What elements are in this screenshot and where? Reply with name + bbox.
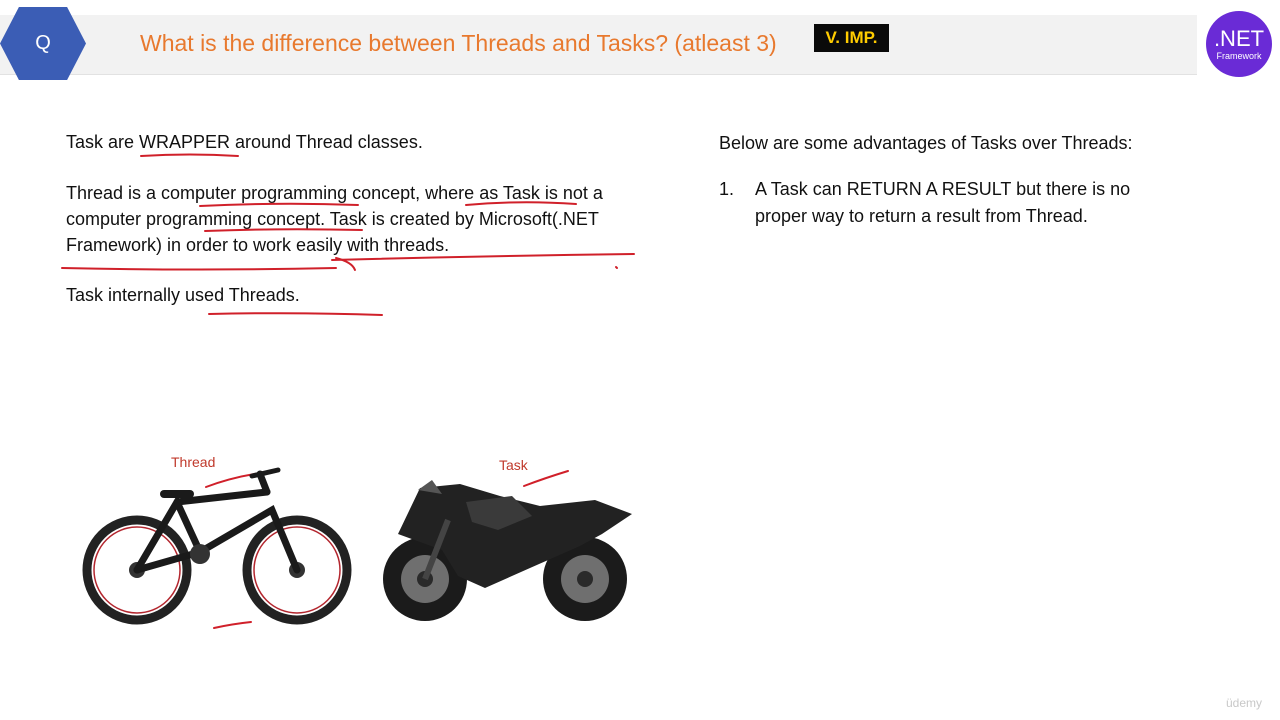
concept-statement: Thread is a computer programming concept… bbox=[66, 183, 603, 255]
advantage-item: 1. A Task can RETURN A RESULT but there … bbox=[719, 176, 1179, 230]
slide-title: What is the difference between Threads a… bbox=[140, 30, 777, 56]
advantages-list: 1. A Task can RETURN A RESULT but there … bbox=[719, 176, 1179, 230]
underline-hook bbox=[335, 257, 356, 271]
advantage-number: 1. bbox=[719, 179, 735, 199]
importance-badge: V. IMP. bbox=[814, 24, 889, 52]
question-badge-label: Q bbox=[35, 32, 51, 54]
advantage-text: A Task can RETURN A RESULT but there is … bbox=[755, 179, 1131, 226]
underline-microsoft-line bbox=[61, 267, 337, 271]
pen-dot bbox=[615, 266, 618, 269]
dotnet-logo-main: .NET bbox=[1213, 25, 1265, 51]
task-image-label: Task bbox=[499, 457, 528, 473]
wrapper-statement: Task are WRAPPER around Thread classes. bbox=[66, 132, 423, 152]
advantages-heading: Below are some advantages of Tasks over … bbox=[719, 133, 1133, 153]
bicycle-seat bbox=[160, 490, 194, 498]
udemy-watermark: üdemy bbox=[1226, 696, 1263, 710]
underline-used-threads bbox=[208, 312, 383, 316]
bicycle-image bbox=[82, 467, 352, 625]
dotnet-logo-sub: Framework bbox=[1216, 50, 1262, 61]
bicycle-crank bbox=[190, 544, 210, 564]
bicycle-handlebar bbox=[249, 467, 281, 479]
motorcycle-image bbox=[383, 480, 632, 621]
internal-statement: Task internally used Threads. bbox=[66, 285, 300, 305]
dotnet-logo: .NET Framework bbox=[1206, 11, 1272, 77]
